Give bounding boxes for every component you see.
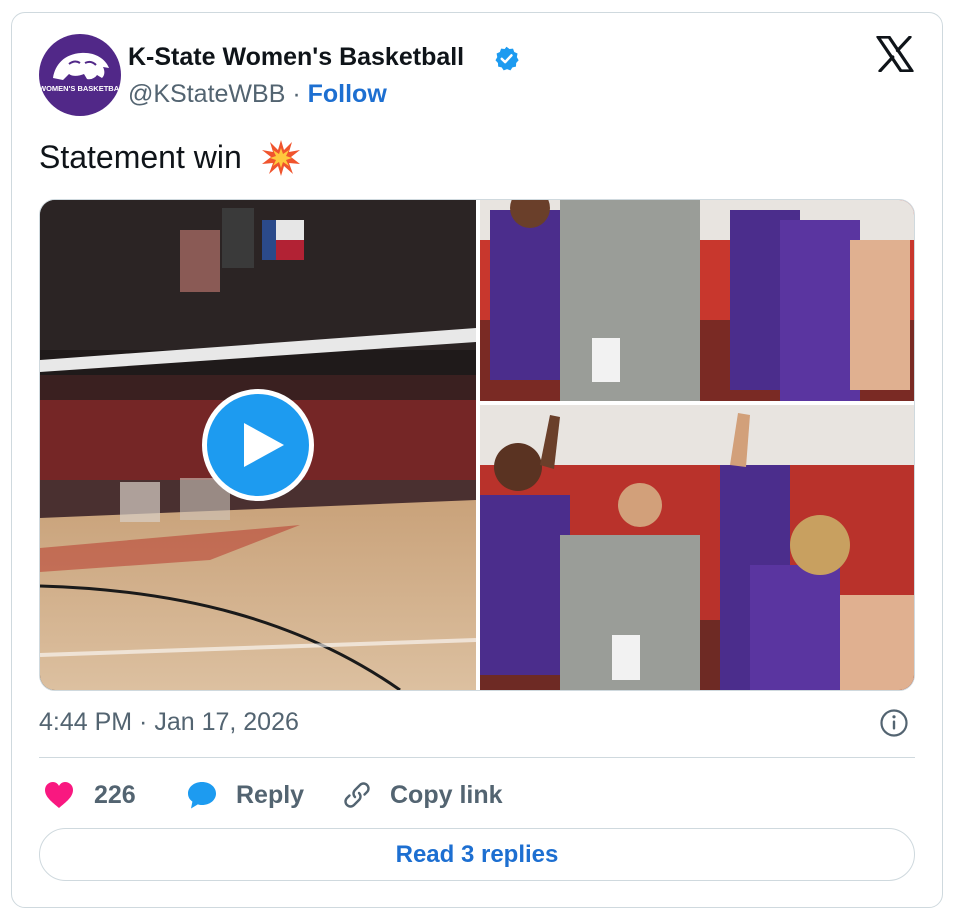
celebration-photo-image bbox=[480, 200, 914, 401]
copy-link-button[interactable]: Copy link bbox=[342, 778, 503, 812]
like-count: 226 bbox=[94, 780, 136, 809]
read-replies-button[interactable]: Read 3 replies bbox=[39, 828, 915, 881]
handle-row: @KStateWBB · Follow bbox=[128, 80, 387, 109]
copy-link-label: Copy link bbox=[390, 780, 503, 809]
reply-button[interactable]: Reply bbox=[186, 778, 304, 812]
play-icon bbox=[244, 423, 284, 467]
follow-button[interactable]: Follow bbox=[308, 80, 387, 108]
team-celebration-image bbox=[480, 405, 914, 690]
info-icon[interactable] bbox=[879, 708, 909, 738]
video-play-button[interactable] bbox=[202, 389, 314, 501]
reply-label: Reply bbox=[236, 780, 305, 809]
media-grid bbox=[39, 199, 915, 691]
account-handle[interactable]: @KStateWBB bbox=[128, 80, 285, 108]
link-icon bbox=[344, 782, 370, 808]
like-button[interactable]: 226 bbox=[44, 778, 136, 812]
x-logo-icon[interactable] bbox=[876, 36, 914, 72]
account-name[interactable]: K-State Women's Basketball bbox=[128, 43, 464, 72]
collision-burst-icon bbox=[262, 140, 300, 176]
tweet-timestamp[interactable]: 4:44 PM · Jan 17, 2026 bbox=[39, 708, 299, 737]
locker-room-photo-bottom[interactable] bbox=[480, 405, 914, 690]
avatar[interactable]: WOMEN'S BASKETBALL bbox=[39, 34, 121, 116]
speech-bubble-icon bbox=[188, 782, 216, 809]
wildcat-logo-icon bbox=[53, 52, 109, 80]
avatar-label: WOMEN'S BASKETBALL bbox=[39, 84, 121, 93]
verified-badge-icon bbox=[495, 46, 519, 71]
divider bbox=[39, 757, 915, 758]
separator-dot: · bbox=[292, 80, 301, 108]
tweet-text: Statement win bbox=[39, 139, 242, 175]
heart-icon bbox=[45, 782, 73, 808]
locker-room-photo-top[interactable] bbox=[480, 200, 914, 401]
